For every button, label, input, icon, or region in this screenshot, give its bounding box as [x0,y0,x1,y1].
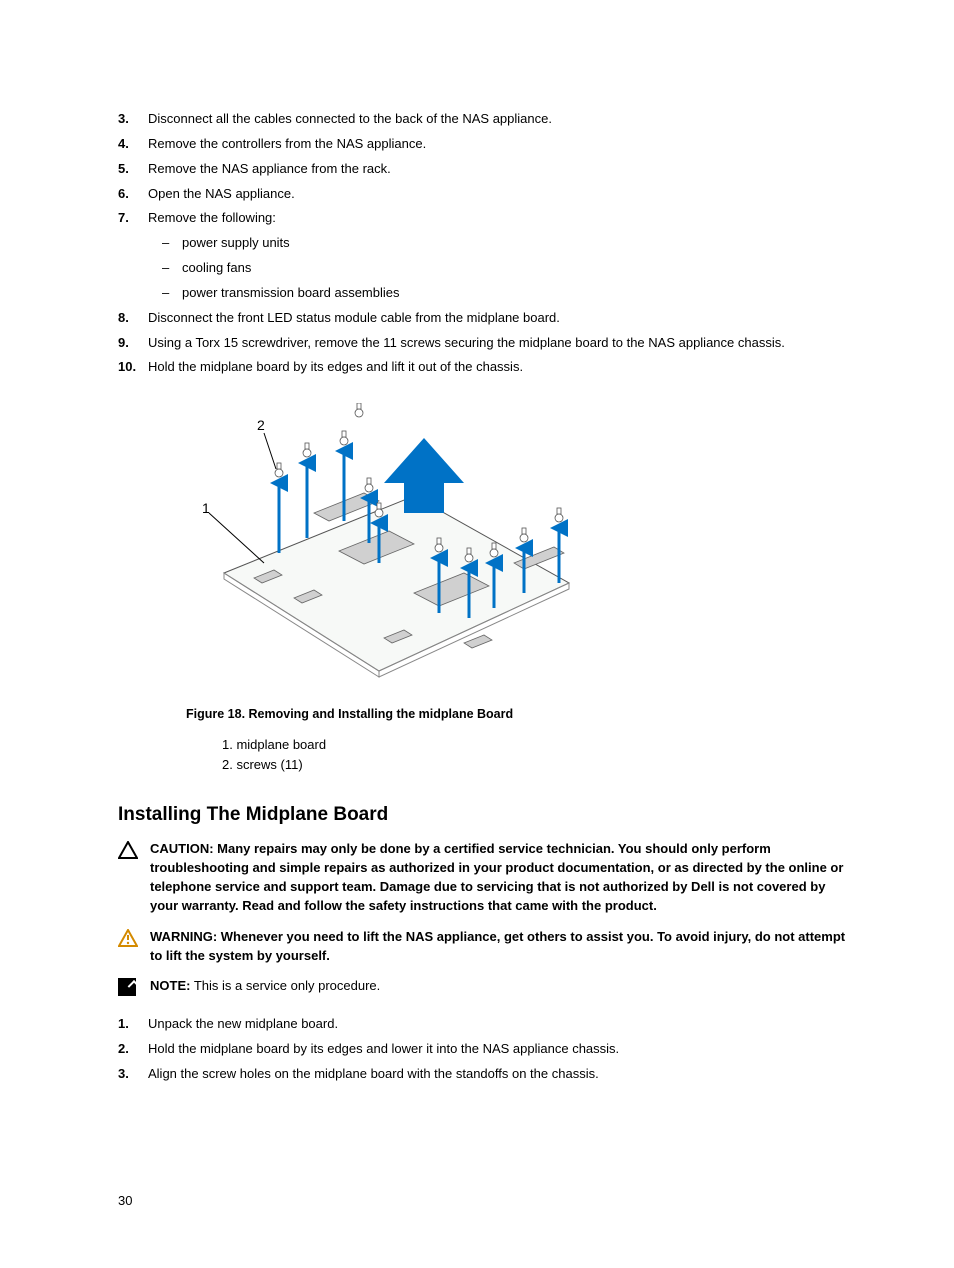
steps-list-bottom: 1. Unpack the new midplane board. 2. Hol… [118,1015,854,1084]
step-b1: 1. Unpack the new midplane board. [118,1015,854,1034]
step-text: Remove the controllers from the NAS appl… [148,135,854,154]
step-text: Align the screw holes on the midplane bo… [148,1065,854,1084]
step-4: 4. Remove the controllers from the NAS a… [118,135,854,154]
section-heading: Installing The Midplane Board [118,804,854,826]
step-number: 1. [118,1015,148,1034]
step-7-sublist: – power supply units – cooling fans – po… [118,234,854,303]
step-number: 6. [118,185,148,204]
step-number: 3. [118,1065,148,1084]
sub-text: power supply units [182,234,290,253]
caution-icon [118,840,150,862]
step-b3: 3. Align the screw holes on the midplane… [118,1065,854,1084]
step-text: Hold the midplane board by its edges and… [148,1040,854,1059]
step-number: 3. [118,110,148,129]
warning-body: WARNING: Whenever you need to lift the N… [150,928,854,966]
step-text: Disconnect all the cables connected to t… [148,110,854,129]
step-number: 2. [118,1040,148,1059]
step-number: 5. [118,160,148,179]
caution-body: CAUTION: Many repairs may only be done b… [150,840,854,915]
page: 3. Disconnect all the cables connected t… [0,0,954,1268]
sub-item: – cooling fans [162,259,854,278]
legend-item-2: 2. screws (11) [222,755,854,775]
sub-item: – power supply units [162,234,854,253]
callout-1: 1 [202,500,210,516]
caution-label: CAUTION: [150,841,214,856]
figure-18: 1 2 Figure 18. Removing and Installing t… [164,403,854,774]
step-text: Open the NAS appliance. [148,185,854,204]
steps-list-top: 3. Disconnect all the cables connected t… [118,110,854,377]
step-text: Using a Torx 15 screwdriver, remove the … [148,334,854,353]
step-5: 5. Remove the NAS appliance from the rac… [118,160,854,179]
step-text: Disconnect the front LED status module c… [148,309,854,328]
step-text: Remove the NAS appliance from the rack. [148,160,854,179]
dash-icon: – [162,259,182,278]
warning-notice: WARNING: Whenever you need to lift the N… [118,928,854,966]
step-text: Remove the following: [148,209,854,228]
step-6: 6. Open the NAS appliance. [118,185,854,204]
caution-notice: CAUTION: Many repairs may only be done b… [118,840,854,915]
step-number: 10. [118,358,148,377]
step-b2: 2. Hold the midplane board by its edges … [118,1040,854,1059]
step-3: 3. Disconnect all the cables connected t… [118,110,854,129]
warning-icon [118,928,150,950]
legend-item-1: 1. midplane board [222,735,854,755]
step-number: 9. [118,334,148,353]
warning-label: WARNING: [150,929,217,944]
step-7: 7. Remove the following: – power supply … [118,209,854,302]
midplane-diagram: 1 2 [164,403,584,693]
step-9: 9. Using a Torx 15 screwdriver, remove t… [118,334,854,353]
note-text: This is a service only procedure. [190,978,380,993]
step-number: 8. [118,309,148,328]
figure-caption: Figure 18. Removing and Installing the m… [186,707,854,721]
step-number: 4. [118,135,148,154]
note-notice: NOTE: This is a service only procedure. [118,977,854,999]
dash-icon: – [162,284,182,303]
note-label: NOTE: [150,978,190,993]
step-text: Unpack the new midplane board. [148,1015,854,1034]
page-number: 30 [118,1193,132,1208]
dash-icon: – [162,234,182,253]
sub-text: power transmission board assemblies [182,284,399,303]
step-8: 8. Disconnect the front LED status modul… [118,309,854,328]
step-10: 10. Hold the midplane board by its edges… [118,358,854,377]
step-text: Hold the midplane board by its edges and… [148,358,854,377]
note-body: NOTE: This is a service only procedure. [150,977,854,996]
warning-text: Whenever you need to lift the NAS applia… [150,929,845,963]
caution-text: Many repairs may only be done by a certi… [150,841,843,913]
step-number: 7. [118,209,148,228]
sub-text: cooling fans [182,259,251,278]
sub-item: – power transmission board assemblies [162,284,854,303]
figure-legend: 1. midplane board 2. screws (11) [222,735,854,774]
note-icon [118,977,150,999]
callout-2: 2 [257,417,265,433]
